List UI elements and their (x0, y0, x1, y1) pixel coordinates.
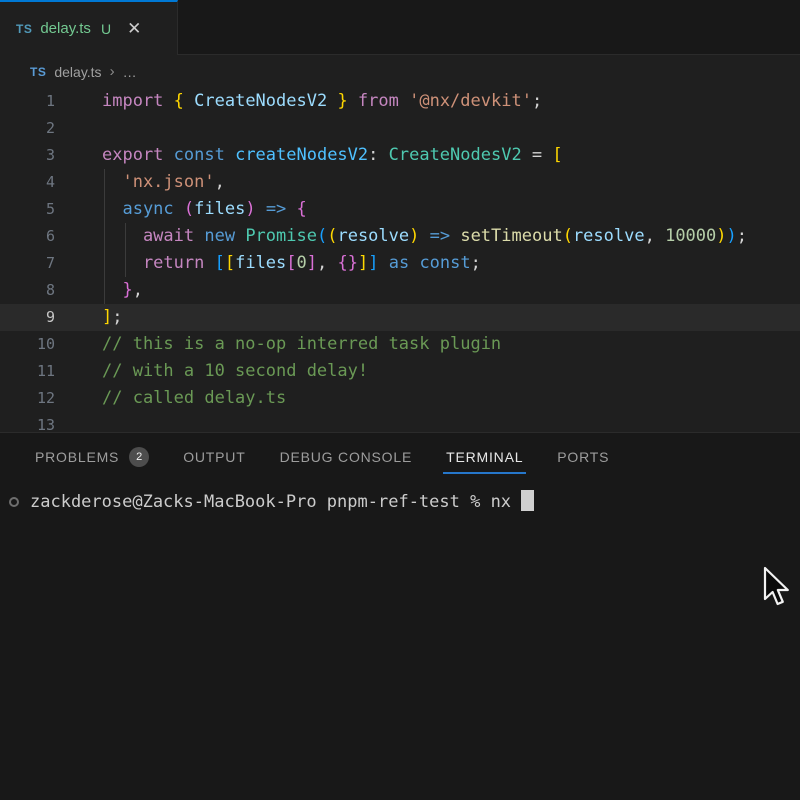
line-content: // with a 10 second delay! (55, 358, 368, 385)
terminal-cursor (521, 490, 534, 511)
tab-delay-ts[interactable]: TS delay.ts U ✕ (0, 0, 178, 55)
line-content: // this is a no-op interred task plugin (55, 331, 501, 358)
code-editor[interactable]: 1import { CreateNodesV2 } from '@nx/devk… (0, 88, 800, 432)
line-number[interactable]: 12 (0, 385, 55, 412)
editor-tab-bar: TS delay.ts U ✕ (0, 0, 800, 55)
line-number[interactable]: 8 (0, 277, 55, 304)
mouse-cursor (762, 566, 796, 610)
indent-guide (104, 277, 105, 304)
line-content: ]; (55, 304, 123, 331)
code-line[interactable]: 10// this is a no-op interred task plugi… (0, 331, 800, 358)
line-content: export const createNodesV2: CreateNodesV… (55, 142, 563, 169)
terminal-command-text: zackderose@Zacks-MacBook-Pro pnpm-ref-te… (30, 492, 521, 512)
indent-guide (104, 223, 105, 250)
line-content: async (files) => { (55, 196, 307, 223)
panel-tab-problems[interactable]: PROBLEMS 2 (35, 433, 149, 480)
line-number[interactable]: 13 (0, 412, 55, 432)
code-line[interactable]: 3export const createNodesV2: CreateNodes… (0, 142, 800, 169)
chevron-right-icon: › (110, 63, 115, 80)
code-line[interactable]: 13 (0, 412, 800, 432)
code-line[interactable]: 7 return [[files[0], {}]] as const; (0, 250, 800, 277)
line-number[interactable]: 11 (0, 358, 55, 385)
terminal-prompt-line[interactable]: zackderose@Zacks-MacBook-Pro pnpm-ref-te… (30, 489, 800, 516)
breadcrumb: TS delay.ts › … (0, 55, 800, 88)
indent-guide (104, 250, 105, 277)
panel-tab-output[interactable]: OUTPUT (183, 433, 245, 480)
line-number[interactable]: 6 (0, 223, 55, 250)
indent-guide (104, 169, 105, 196)
code-line[interactable]: 11// with a 10 second delay! (0, 358, 800, 385)
indent-guide (125, 223, 126, 250)
typescript-file-icon: TS (30, 65, 46, 79)
line-number[interactable]: 1 (0, 88, 55, 115)
terminal-panel[interactable]: zackderose@Zacks-MacBook-Pro pnpm-ref-te… (0, 480, 800, 516)
tab-title: delay.ts (40, 20, 91, 37)
line-number[interactable]: 5 (0, 196, 55, 223)
line-content (55, 115, 102, 142)
indent-guide (125, 250, 126, 277)
bottom-panel: PROBLEMS 2 OUTPUT DEBUG CONSOLE TERMINAL… (0, 432, 800, 800)
line-content: return [[files[0], {}]] as const; (55, 250, 481, 277)
code-line[interactable]: 5 async (files) => { (0, 196, 800, 223)
line-content (55, 412, 102, 432)
panel-tab-terminal[interactable]: TERMINAL (446, 433, 523, 480)
panel-tab-label: PROBLEMS (35, 449, 119, 465)
line-number[interactable]: 7 (0, 250, 55, 277)
breadcrumb-file[interactable]: delay.ts (54, 64, 101, 80)
vscode-window: TS delay.ts U ✕ TS delay.ts › … 1import … (0, 0, 800, 800)
line-number[interactable]: 3 (0, 142, 55, 169)
line-content: }, (55, 277, 143, 304)
panel-tab-bar: PROBLEMS 2 OUTPUT DEBUG CONSOLE TERMINAL… (0, 433, 800, 480)
code-line[interactable]: 9]; (0, 304, 800, 331)
indent-guide (104, 196, 105, 223)
line-number[interactable]: 4 (0, 169, 55, 196)
line-number[interactable]: 10 (0, 331, 55, 358)
problems-count-badge: 2 (129, 447, 149, 467)
line-content: import { CreateNodesV2 } from '@nx/devki… (55, 88, 542, 115)
line-content: 'nx.json', (55, 169, 225, 196)
line-content: await new Promise((resolve) => setTimeou… (55, 223, 747, 250)
typescript-file-icon: TS (16, 22, 32, 36)
line-number[interactable]: 9 (0, 304, 55, 331)
breadcrumb-ellipsis[interactable]: … (123, 64, 137, 80)
command-decoration-icon (9, 497, 19, 507)
code-line[interactable]: 1import { CreateNodesV2 } from '@nx/devk… (0, 88, 800, 115)
code-line[interactable]: 4 'nx.json', (0, 169, 800, 196)
panel-tab-ports[interactable]: PORTS (557, 433, 609, 480)
code-line[interactable]: 2 (0, 115, 800, 142)
git-untracked-badge: U (101, 21, 111, 37)
line-number[interactable]: 2 (0, 115, 55, 142)
code-line[interactable]: 6 await new Promise((resolve) => setTime… (0, 223, 800, 250)
close-icon[interactable]: ✕ (127, 20, 141, 37)
code-line[interactable]: 12// called delay.ts (0, 385, 800, 412)
line-content: // called delay.ts (55, 385, 286, 412)
code-line[interactable]: 8 }, (0, 277, 800, 304)
panel-tab-debug-console[interactable]: DEBUG CONSOLE (280, 433, 413, 480)
